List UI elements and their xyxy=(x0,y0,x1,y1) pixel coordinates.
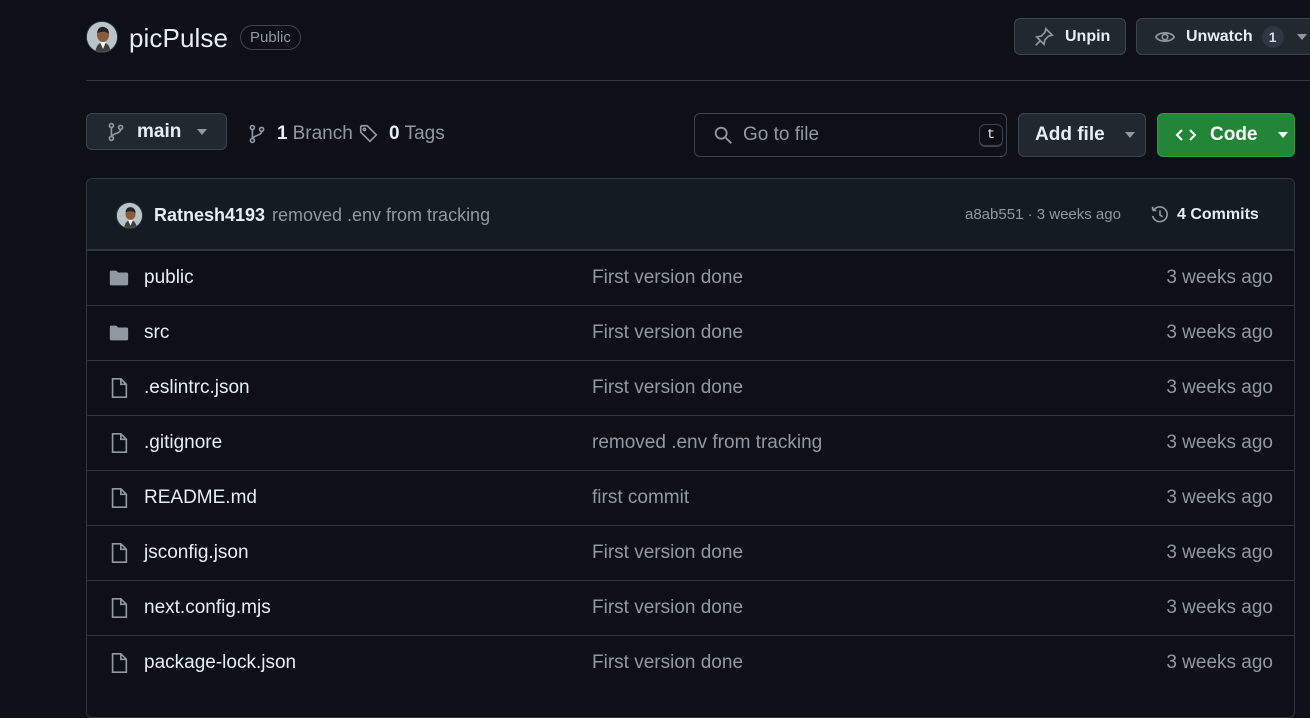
tag-count-label: Tags xyxy=(404,123,445,144)
file-last-updated: 3 weeks ago xyxy=(1166,652,1273,673)
commit-author-avatar-image xyxy=(117,203,142,228)
unwatch-label: Unwatch xyxy=(1186,27,1253,45)
chevron-down-icon xyxy=(1124,131,1136,139)
file-name[interactable]: .gitignore xyxy=(144,432,222,454)
chevron-down-icon xyxy=(196,128,208,136)
history-icon xyxy=(1149,204,1171,226)
unpin-button[interactable]: Unpin xyxy=(1014,18,1126,55)
current-branch-label: main xyxy=(137,120,182,142)
commit-author-avatar[interactable] xyxy=(116,202,143,229)
unwatch-button[interactable]: Unwatch 1 xyxy=(1136,18,1310,55)
pin-icon xyxy=(1033,26,1055,48)
header-divider xyxy=(86,80,1310,81)
code-icon xyxy=(1174,123,1198,147)
file-commit-message[interactable]: removed .env from tracking xyxy=(592,432,822,454)
branch-count-label: Branch xyxy=(292,123,353,144)
file-list-row[interactable]: jsconfig.json First version done 3 weeks a… xyxy=(87,525,1294,580)
search-icon xyxy=(712,124,734,146)
add-file-label: Add file xyxy=(1035,124,1105,145)
repository-header: picPulse Public Unpin Unwatch 1 xyxy=(86,18,1310,58)
file-list-row[interactable]: .gitignore removed .env from tracking 3 we… xyxy=(87,415,1294,470)
file-last-updated: 3 weeks ago xyxy=(1166,432,1273,453)
chevron-down-icon xyxy=(1296,33,1308,41)
file-list-row[interactable]: public First version done 3 weeks ago xyxy=(87,250,1294,305)
branch-icon xyxy=(105,121,127,143)
go-to-file-search[interactable]: t xyxy=(694,113,1007,157)
folder-icon xyxy=(108,267,130,289)
file-last-updated: 3 weeks ago xyxy=(1166,597,1273,618)
tags-link[interactable]: 0 Tags xyxy=(358,123,445,145)
file-name[interactable]: jsconfig.json xyxy=(144,542,249,564)
file-commit-message[interactable]: First version done xyxy=(592,377,743,399)
repository-name[interactable]: picPulse xyxy=(129,23,228,54)
file-icon xyxy=(108,652,130,674)
branches-link[interactable]: 1 Branch xyxy=(246,123,353,145)
commit-history-link[interactable]: 4 Commits xyxy=(1149,204,1259,226)
file-icon xyxy=(108,542,130,564)
file-last-updated: 3 weeks ago xyxy=(1166,267,1273,288)
file-icon xyxy=(108,432,130,454)
commit-author-link[interactable]: Ratnesh4193 xyxy=(154,205,265,226)
file-list-row[interactable]: next.config.mjs First version done 3 weeks… xyxy=(87,580,1294,635)
file-name[interactable]: public xyxy=(144,267,194,289)
file-name[interactable]: .eslintrc.json xyxy=(144,377,250,399)
file-last-updated: 3 weeks ago xyxy=(1166,377,1273,398)
file-list-row[interactable]: .eslintrc.json First version done 3 weeks … xyxy=(87,360,1294,415)
go-to-file-input[interactable] xyxy=(743,124,975,146)
file-commit-message[interactable]: First version done xyxy=(592,542,743,564)
file-name[interactable]: package-lock.json xyxy=(144,652,296,674)
file-commit-message[interactable]: First version done xyxy=(592,322,743,344)
branch-selector-button[interactable]: main xyxy=(86,113,227,150)
file-last-updated: 3 weeks ago xyxy=(1166,322,1273,343)
commit-history-label: 4 Commits xyxy=(1177,206,1259,223)
file-commit-message[interactable]: first commit xyxy=(592,487,689,509)
chevron-down-icon xyxy=(1277,131,1289,139)
file-commit-message[interactable]: First version done xyxy=(592,267,743,289)
repository-file-browser: Ratnesh4193 removed .env from tracking a… xyxy=(86,178,1295,718)
latest-commit-summary: Ratnesh4193 removed .env from tracking a… xyxy=(87,179,1294,250)
latest-commit-hash-time[interactable]: a8ab551 · 3 weeks ago xyxy=(965,206,1121,223)
file-icon xyxy=(108,597,130,619)
file-commit-message[interactable]: First version done xyxy=(592,597,743,619)
watch-count-badge: 1 xyxy=(1261,25,1284,48)
unpin-label: Unpin xyxy=(1065,27,1111,45)
latest-commit-message[interactable]: removed .env from tracking xyxy=(272,205,490,226)
code-label: Code xyxy=(1210,124,1258,145)
code-button[interactable]: Code xyxy=(1157,113,1295,157)
file-last-updated: 3 weeks ago xyxy=(1166,487,1273,508)
go-to-file-shortcut: t xyxy=(979,123,1003,147)
file-icon xyxy=(108,377,130,399)
add-file-button[interactable]: Add file xyxy=(1018,113,1146,157)
branch-count: 1 xyxy=(277,123,288,144)
repository-visibility-badge: Public xyxy=(240,25,301,50)
folder-icon xyxy=(108,322,130,344)
file-list-row[interactable]: README.md first commit 3 weeks ago xyxy=(87,470,1294,525)
tag-count: 0 xyxy=(389,123,400,144)
file-list-row[interactable]: package-lock.json First version done 3 wee… xyxy=(87,635,1294,690)
file-last-updated: 3 weeks ago xyxy=(1166,542,1273,563)
file-commit-message[interactable]: First version done xyxy=(592,652,743,674)
owner-avatar[interactable] xyxy=(86,21,118,53)
owner-avatar-image xyxy=(87,22,117,52)
file-name[interactable]: README.md xyxy=(144,487,257,509)
tag-icon xyxy=(358,123,380,145)
eye-icon xyxy=(1154,26,1176,48)
file-name[interactable]: src xyxy=(144,322,169,344)
branch-icon xyxy=(246,123,268,145)
file-list-row[interactable]: src First version done 3 weeks ago xyxy=(87,305,1294,360)
file-icon xyxy=(108,487,130,509)
file-name[interactable]: next.config.mjs xyxy=(144,597,271,619)
